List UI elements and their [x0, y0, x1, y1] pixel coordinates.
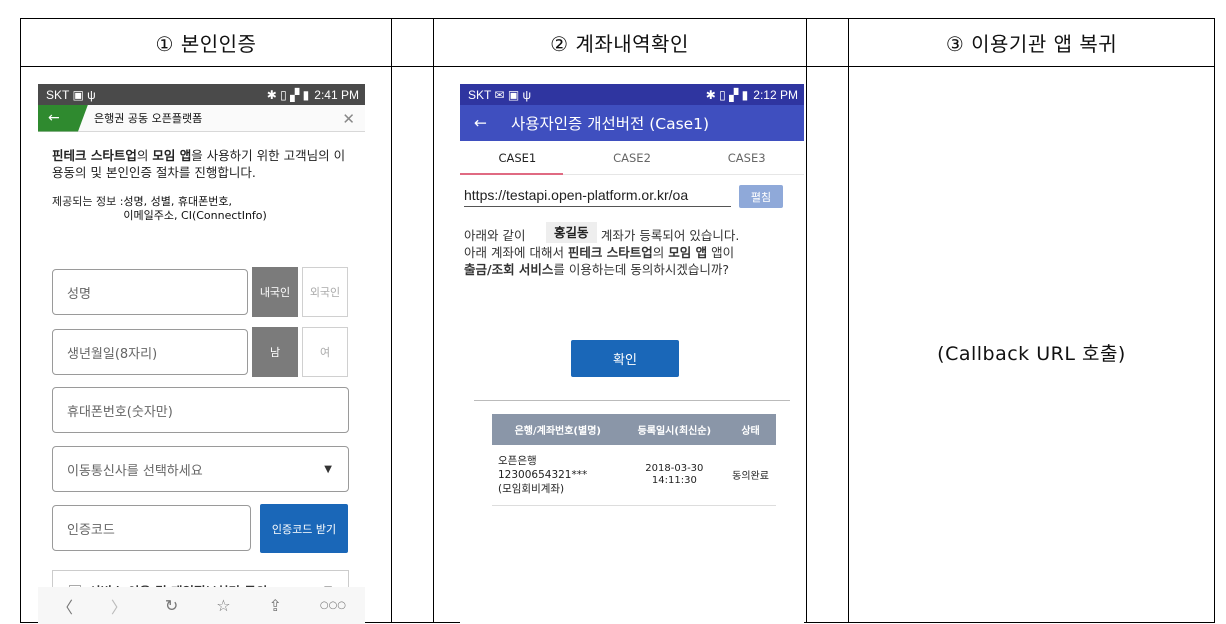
bookmark-icon[interactable]: ☆	[216, 596, 230, 615]
more-icon[interactable]: ○○○	[320, 600, 346, 611]
app-title: 은행권 공동 오픈플랫폼	[94, 112, 203, 125]
column-header: 은행/계좌번호(별명)	[492, 414, 624, 445]
account-cell: 오픈은행 12300654321*** (모임회비계좌)	[492, 445, 624, 506]
date-cell: 2018-03-30 14:11:30	[623, 445, 726, 506]
dropdown-arrow-icon: ▼	[324, 463, 332, 475]
account-table: 은행/계좌번호(별명) 등록일시(최신순) 상태 오픈은행 12300654321…	[492, 414, 776, 506]
verification-code-field[interactable]: 인증코드	[52, 505, 251, 551]
birthdate-field[interactable]: 생년월일(8자리)	[52, 329, 248, 375]
table-row[interactable]: 오픈은행 12300654321*** (모임회비계좌) 2018-03-30 14:…	[492, 445, 776, 506]
confirm-button[interactable]: 확인	[571, 340, 679, 377]
name-field[interactable]: 성명	[52, 269, 248, 315]
app-bar: ← 사용자인증 개선버전 (Case1)	[460, 105, 804, 141]
back-icon[interactable]: 〈	[57, 594, 73, 618]
column-divider	[806, 19, 807, 622]
intro-text: 핀테크 스타트업의 모임 앱을 사용하기 위한 고객님의 이용동의 및 본인인증…	[52, 148, 346, 180]
tab-case3[interactable]: CASE3	[689, 141, 804, 174]
phone-screen-verification: SKT ▣ ψ ✱ ▯ ▞ ▮ 2:41 PM ← 은행권 공동 오픈플랫폼 ✕ …	[38, 84, 365, 624]
status-cell: 동의완료	[725, 445, 776, 506]
step2-header: ② 계좌내역확인	[550, 32, 689, 56]
carrier-select[interactable]: 이동통신사를 선택하세요 ▼	[52, 446, 349, 492]
close-icon[interactable]: ✕	[342, 110, 355, 128]
column-header: 등록일시(최신순)	[623, 414, 726, 445]
phone-number-field[interactable]: 휴대폰번호(숫자만)	[52, 387, 349, 433]
column-divider	[391, 19, 392, 622]
page-title: 사용자인증 개선버전 (Case1)	[511, 115, 710, 133]
back-arrow-icon[interactable]: ←	[474, 114, 487, 132]
browser-nav-bar: 〈 〉 ↻ ☆ ⇪ ○○○	[38, 587, 365, 624]
callback-text: (Callback URL 호출)	[937, 343, 1126, 365]
case-tabs: CASE1 CASE2 CASE3	[460, 141, 804, 175]
provided-info: 제공되는 정보 : 성명, 성별, 휴대폰번호, 이메일주소, CI(Connec…	[52, 195, 267, 222]
domestic-toggle[interactable]: 내국인	[252, 267, 298, 317]
column-header: 상태	[725, 414, 776, 445]
refresh-icon[interactable]: ↻	[165, 596, 178, 615]
header-divider	[21, 66, 1214, 67]
column-divider	[848, 19, 849, 622]
share-icon[interactable]: ⇪	[269, 596, 282, 615]
expand-button[interactable]: 펼침	[739, 185, 783, 208]
app-bar: ← 은행권 공동 오픈플랫폼 ✕	[38, 104, 365, 132]
user-name-popup: 홍길동	[546, 222, 597, 243]
column-divider	[433, 19, 434, 622]
tab-case2[interactable]: CASE2	[575, 141, 690, 174]
step1-header: ① 본인인증	[155, 32, 257, 56]
step3-header: ③ 이용기관 앱 복귀	[945, 32, 1118, 56]
phone-screen-account: SKT ✉ ▣ ψ ✱ ▯ ▞ ▮ 2:12 PM ← 사용자인증 개선버전 (C…	[460, 84, 804, 624]
male-toggle[interactable]: 남	[252, 327, 298, 377]
female-toggle[interactable]: 여	[302, 327, 348, 377]
url-input[interactable]: https://testapi.open-platform.or.kr/oa	[464, 187, 731, 207]
back-arrow-icon[interactable]: ←	[38, 104, 88, 132]
foreign-toggle[interactable]: 외국인	[302, 267, 348, 317]
status-bar: SKT ▣ ψ ✱ ▯ ▞ ▮ 2:41 PM	[38, 84, 365, 105]
status-bar: SKT ✉ ▣ ψ ✱ ▯ ▞ ▮ 2:12 PM	[460, 84, 804, 105]
divider	[474, 400, 790, 401]
process-table: ① 본인인증 ② 계좌내역확인 ③ 이용기관 앱 복귀 (Callback UR…	[20, 18, 1215, 624]
consent-message: 아래와 같이 님 계좌가 등록되어 있습니다. 아래 계좌에 대해서 핀테크 스…	[460, 208, 804, 278]
tab-case1[interactable]: CASE1	[460, 141, 575, 175]
forward-icon[interactable]: 〉	[111, 594, 127, 618]
get-code-button[interactable]: 인증코드 받기	[260, 504, 348, 553]
